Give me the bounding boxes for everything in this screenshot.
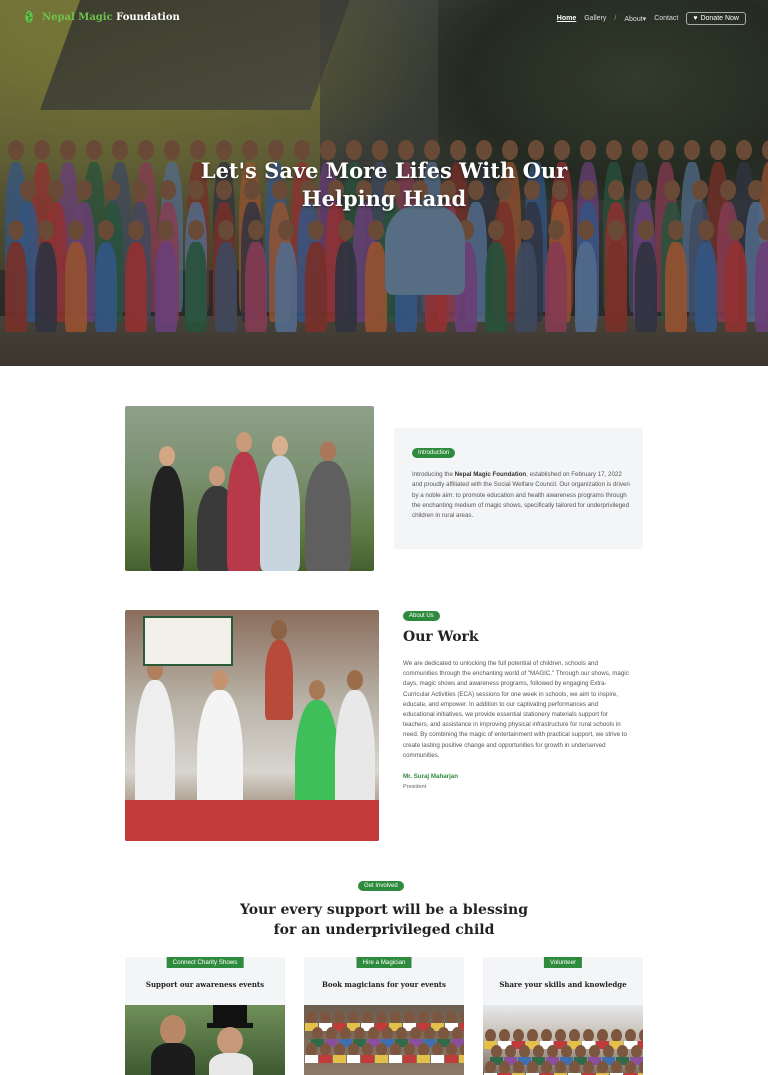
audience-body bbox=[417, 1055, 430, 1063]
audience-body bbox=[347, 1055, 360, 1063]
person-head bbox=[320, 441, 336, 461]
support-title: Your every support will be a blessing fo… bbox=[239, 902, 529, 938]
audience-body bbox=[333, 1055, 346, 1063]
about-photo bbox=[125, 610, 379, 841]
person-head bbox=[272, 436, 288, 456]
hero-banner: Nepal Magic Foundation Home Gallery / Ab… bbox=[0, 0, 768, 366]
intro-photo bbox=[125, 406, 374, 571]
person-figure bbox=[305, 461, 351, 571]
card-tag: Connect Charity Shows bbox=[166, 957, 244, 968]
chevron-down-icon: ▾ bbox=[642, 15, 647, 23]
audience-body bbox=[305, 1055, 318, 1063]
person-head bbox=[212, 670, 228, 690]
signer-name: Mr. Suraj Maharjan bbox=[403, 773, 459, 780]
main-menu: Home Gallery / About▾ Contact ♥ Donate N… bbox=[557, 12, 746, 25]
intro-card: Introduction Introducing the Nepal Magic… bbox=[394, 428, 643, 549]
nav-about[interactable]: About▾ bbox=[624, 15, 646, 23]
person-figure bbox=[150, 466, 184, 571]
person-head bbox=[271, 620, 287, 640]
person-head bbox=[309, 680, 325, 700]
card-title: Share your skills and knowledge bbox=[499, 980, 627, 989]
audience-body bbox=[445, 1055, 458, 1063]
intro-pill: Introduction bbox=[412, 448, 456, 458]
signer-role: President bbox=[403, 784, 427, 790]
intro-text: Introducing the Nepal Magic Foundation, … bbox=[412, 471, 630, 520]
about-text: We are dedicated to unlocking the full p… bbox=[403, 660, 629, 759]
our-work-title: Our Work bbox=[403, 629, 479, 645]
site-logo[interactable]: Nepal Magic Foundation bbox=[20, 8, 180, 26]
card-volunteer[interactable]: Volunteer Share your skills and knowledg… bbox=[483, 957, 643, 1075]
audience-body bbox=[403, 1055, 416, 1063]
person-figure bbox=[260, 456, 300, 571]
person-head bbox=[347, 670, 363, 690]
card-tag: Volunteer bbox=[543, 957, 583, 968]
card-title: Book magicians for your events bbox=[322, 980, 446, 989]
card-photo bbox=[483, 1005, 643, 1075]
get-involved-pill: Get Involved bbox=[358, 881, 404, 891]
card-photo bbox=[304, 1005, 464, 1075]
person-figure bbox=[265, 640, 293, 720]
card-tag: Hire a Magician bbox=[356, 957, 412, 968]
person-figure bbox=[227, 452, 261, 571]
logo-text-white: Foundation bbox=[112, 11, 180, 23]
leaf-logo-icon bbox=[20, 8, 38, 26]
heart-icon: ♥ bbox=[693, 15, 698, 22]
nav-separator: / bbox=[614, 15, 617, 22]
donate-button[interactable]: ♥ Donate Now bbox=[686, 12, 746, 25]
card-charity-shows[interactable]: Connect Charity Shows Support our awaren… bbox=[125, 957, 285, 1075]
card-photo bbox=[125, 1005, 285, 1075]
person-head bbox=[236, 432, 252, 452]
org-name: Nepal Magic Foundation bbox=[454, 471, 527, 478]
audience-body bbox=[389, 1055, 402, 1063]
audience-body bbox=[459, 1055, 464, 1063]
person-head bbox=[159, 446, 175, 466]
logo-text-green: Nepal Magic bbox=[42, 11, 113, 23]
top-nav: Nepal Magic Foundation Home Gallery / Ab… bbox=[0, 8, 768, 28]
audience-body bbox=[319, 1055, 332, 1063]
donate-label: Donate Now bbox=[700, 15, 739, 22]
about-pill: About Us bbox=[403, 611, 440, 621]
person-head bbox=[209, 466, 225, 486]
card-title: Support our awareness events bbox=[145, 980, 265, 989]
gift-table bbox=[125, 800, 379, 841]
audience-body bbox=[431, 1055, 444, 1063]
card-hire-magician[interactable]: Hire a Magician Book magicians for your … bbox=[304, 957, 464, 1075]
hero-title: Let's Save More Lifes With Our Helping H… bbox=[200, 158, 568, 211]
nav-gallery[interactable]: Gallery bbox=[584, 15, 606, 22]
banner-sign bbox=[143, 616, 233, 666]
audience-body bbox=[361, 1055, 374, 1063]
audience-body bbox=[375, 1055, 388, 1063]
nav-contact[interactable]: Contact bbox=[654, 15, 678, 22]
nav-home[interactable]: Home bbox=[557, 15, 576, 22]
